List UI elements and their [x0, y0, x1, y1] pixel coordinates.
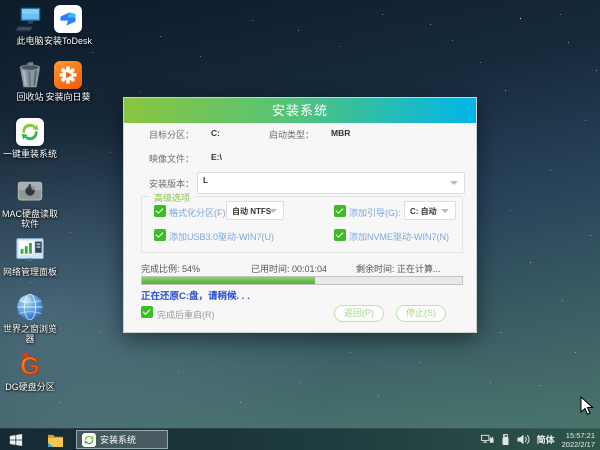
dg-partition-icon: G — [14, 349, 46, 381]
target-partition-value: C: — [211, 128, 220, 138]
chevron-down-icon — [269, 208, 277, 213]
add-boot-checkbox[interactable] — [334, 205, 346, 217]
chevron-down-icon — [441, 208, 449, 213]
desktop-icon-label: 一键重装系统 — [2, 149, 57, 159]
tray-clock[interactable]: 15:57:21 2022/2/17 — [562, 431, 595, 449]
chevron-down-icon — [450, 181, 458, 185]
usb3-driver-checkbox[interactable] — [154, 229, 166, 241]
usb3-driver-label: 添加USB3.0驱动-WIN7(U) — [169, 232, 275, 242]
desktop-icon-network-panel[interactable]: 网络管理面板 — [0, 234, 60, 277]
network-panel-icon — [14, 234, 46, 266]
desktop: 此电脑 回收站 一键重装系统 MAC硬盘读取软件 网络管理面板 世界之窗浏览器 … — [0, 0, 600, 450]
desktop-icon-install-todesk[interactable]: 安装ToDesk — [38, 3, 98, 46]
desktop-icon-world-window-browser[interactable]: 世界之窗浏览器 — [0, 291, 60, 344]
format-partition-label: 格式化分区(F): — [169, 208, 228, 218]
volume-icon[interactable] — [517, 434, 530, 445]
restore-status-text: 正在还原C:盘，请稍候. . . — [141, 291, 250, 302]
desktop-icon-label: 网络管理面板 — [2, 267, 57, 277]
format-partition-select[interactable]: 自动 NTFS — [226, 201, 284, 220]
mac-disk-reader-icon — [14, 176, 46, 208]
desktop-icon-install-sunflower[interactable]: 安装向日葵 — [38, 59, 98, 102]
install-system-dialog: 安装系统 目标分区： C: 启动类型： MBR 映像文件： E:\ 安装版本： … — [123, 97, 477, 333]
install-system-task-icon — [82, 432, 96, 447]
desktop-icon-dg-partition[interactable]: G DG硬盘分区 — [0, 349, 60, 392]
nvme-driver-label: 添加NVME驱动-WIN7(N) — [349, 232, 449, 242]
tray-date: 2022/2/17 — [561, 439, 595, 449]
taskbar-task-label: 安装系统 — [100, 435, 137, 445]
taskbar: 安装系统 简体 15:57:21 2022/2/17 — [0, 428, 600, 450]
reinstall-system-icon — [14, 116, 46, 148]
file-explorer-button[interactable] — [40, 429, 70, 450]
desktop-icon-label: 安装ToDesk — [43, 36, 92, 46]
progress-bar — [141, 276, 463, 285]
desktop-icon-label: 安装向日葵 — [45, 92, 91, 102]
target-partition-label: 目标分区： — [149, 130, 195, 140]
stop-button[interactable]: 停止(S) — [396, 305, 446, 322]
install-version-label: 安装版本： — [149, 179, 195, 189]
elapsed-time-label: 已用时间: 00:01:04 — [251, 264, 328, 274]
nvme-driver-checkbox[interactable] — [334, 229, 346, 241]
advanced-options-group: 高级选项 格式化分区(F): 自动 NTFS 添加引导(G): C: 自动 添加… — [141, 191, 463, 253]
image-file-value: E:\ — [211, 152, 222, 162]
boot-type-label: 启动类型： — [269, 130, 315, 140]
taskbar-task-install-system[interactable]: 安装系统 — [76, 430, 168, 449]
ime-indicator[interactable]: 简体 — [537, 433, 555, 446]
system-tray: 简体 15:57:21 2022/2/17 — [480, 431, 600, 449]
advanced-options-title: 高级选项 — [150, 191, 195, 204]
desktop-icon-label: DG硬盘分区 — [5, 382, 55, 392]
desktop-icon-mac-disk-reader[interactable]: MAC硬盘读取软件 — [0, 176, 60, 229]
install-version-select[interactable]: L — [197, 172, 465, 194]
start-button[interactable] — [0, 429, 32, 450]
back-button[interactable]: 返回(P) — [334, 305, 384, 322]
svg-text:G: G — [20, 352, 40, 380]
desktop-icon-reinstall-system[interactable]: 一键重装系统 — [0, 116, 60, 159]
world-window-browser-icon — [14, 291, 46, 323]
format-partition-checkbox[interactable] — [154, 205, 166, 217]
windows-logo-icon — [9, 433, 23, 446]
boot-type-value: MBR — [331, 128, 351, 138]
restart-after-finish-checkbox[interactable] — [141, 306, 153, 318]
remaining-time-label: 剩余时间: 正在计算... — [356, 264, 441, 274]
desktop-icon-label: 世界之窗浏览器 — [2, 324, 57, 344]
image-file-label: 映像文件： — [149, 154, 195, 164]
network-icon[interactable] — [480, 434, 494, 445]
progress-percent-label: 完成比例: 54% — [141, 264, 201, 274]
sunflower-icon — [52, 59, 84, 91]
tray-time: 15:57:21 — [565, 430, 595, 440]
add-boot-select[interactable]: C: 自动 — [404, 201, 456, 220]
progress-bar-fill — [142, 277, 315, 284]
dialog-title: 安装系统 — [124, 98, 476, 123]
mouse-cursor — [580, 395, 594, 421]
add-boot-label: 添加引导(G): — [349, 208, 401, 218]
install-version-value: L — [203, 176, 208, 185]
todesk-icon — [52, 3, 84, 35]
folder-icon — [47, 434, 63, 447]
restart-after-finish-label: 完成后重启(R) — [157, 310, 215, 320]
desktop-icon-label: MAC硬盘读取软件 — [2, 209, 58, 229]
usb-device-icon[interactable] — [501, 433, 510, 446]
